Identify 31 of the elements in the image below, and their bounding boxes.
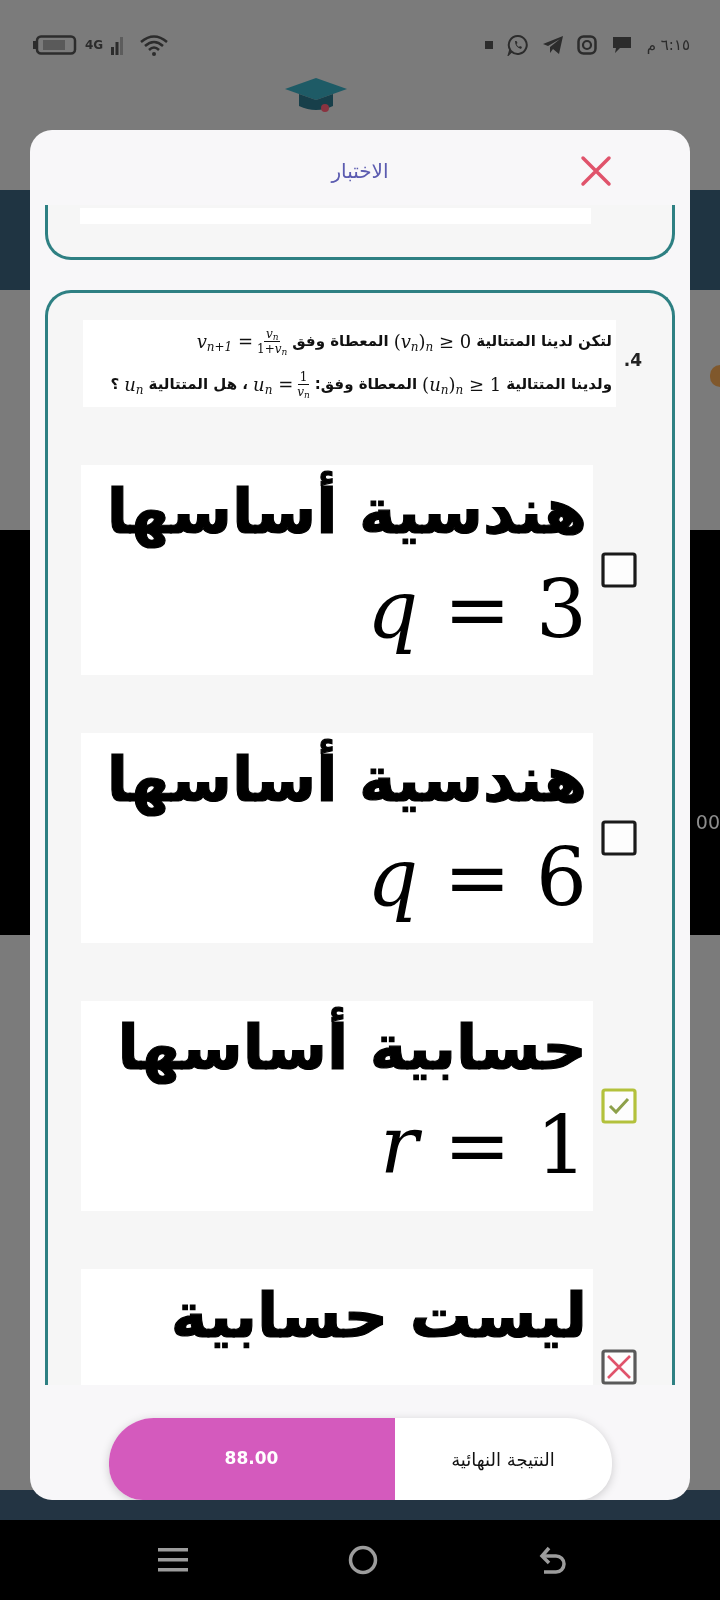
close-icon[interactable] xyxy=(580,154,612,187)
answer-text: هندسية أساسها xyxy=(81,465,587,558)
checkbox[interactable] xyxy=(601,552,637,588)
clock-time: ٦:١٥ م xyxy=(646,37,690,53)
answer-formula: q = 3 xyxy=(366,564,587,656)
answer-text: ليست حسابية xyxy=(169,1278,587,1354)
checkbox[interactable] xyxy=(601,1349,637,1385)
paper-plane-icon xyxy=(542,36,563,54)
signal-icon xyxy=(111,35,124,55)
network-type: 4G xyxy=(85,39,104,51)
home-icon[interactable] xyxy=(348,1545,378,1575)
score-value: 88.00 xyxy=(108,1418,395,1500)
avatar-icon xyxy=(710,365,720,387)
answer-text: حسابية أساسها xyxy=(81,1001,587,1094)
camera-icon xyxy=(576,35,597,55)
battery-icon xyxy=(33,35,77,55)
graduation-cap-icon xyxy=(285,78,347,114)
answer-text: هندسية أساسها xyxy=(81,733,587,826)
phone-bubble-icon xyxy=(506,34,529,56)
back-icon[interactable] xyxy=(538,1546,568,1574)
partial-number: 00 xyxy=(695,811,720,833)
wifi-icon xyxy=(139,34,170,56)
speech-bubble-icon xyxy=(610,35,633,55)
dialog-title: الاختبار xyxy=(331,158,389,183)
answer-formula: r = 1 xyxy=(378,1100,587,1192)
result-label: النتيجة النهائية xyxy=(450,1447,556,1473)
checkbox[interactable] xyxy=(601,1088,637,1124)
question-number: 4. xyxy=(622,352,642,372)
checkbox[interactable] xyxy=(601,820,637,856)
menu-icon[interactable] xyxy=(158,1547,188,1573)
answer-formula: q = 6 xyxy=(366,832,587,924)
